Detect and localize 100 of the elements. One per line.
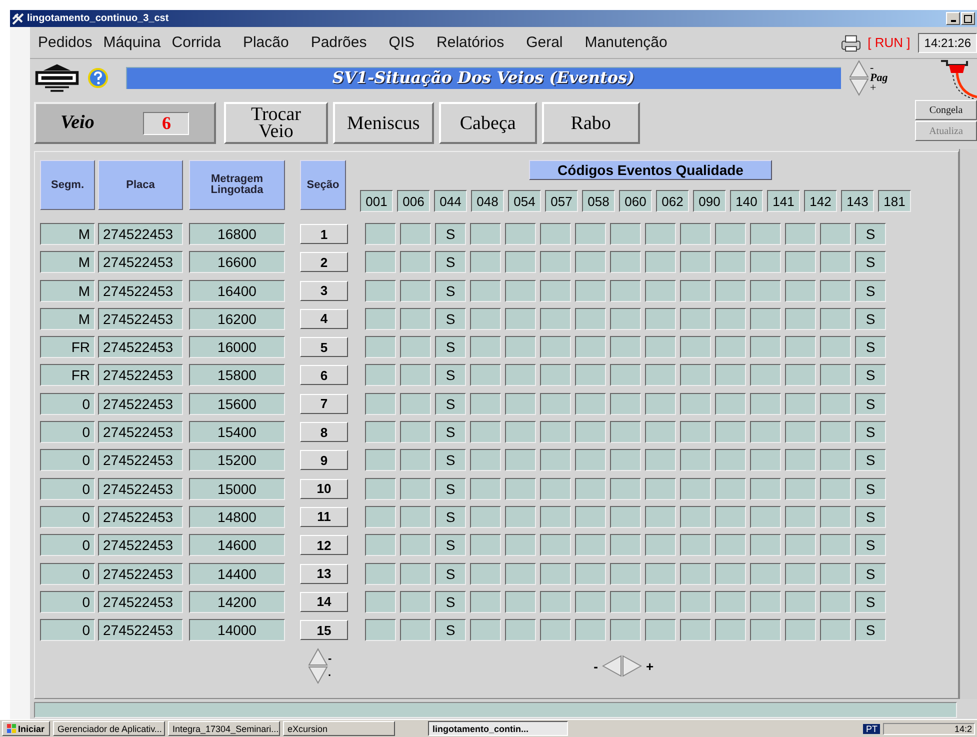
column-spinner[interactable]: [602, 655, 642, 678]
menu-item[interactable]: Padrões: [310, 34, 389, 51]
event-cell: [610, 392, 641, 415]
page-spinner[interactable]: [849, 60, 869, 96]
event-cell: [785, 449, 816, 472]
minus-label: -: [328, 652, 332, 666]
event-cell: [575, 336, 606, 358]
start-button[interactable]: Iniciar: [2, 721, 50, 736]
event-cell: [540, 392, 571, 415]
event-cell: [505, 280, 536, 302]
event-cell: [680, 534, 711, 556]
table-cell: 274522453: [98, 421, 183, 444]
event-cell: [715, 364, 746, 386]
menu-item[interactable]: Relatórios: [436, 34, 526, 51]
event-cell: [715, 449, 746, 472]
event-cell: S: [855, 619, 886, 642]
table-cell: 15800: [189, 364, 285, 386]
minimize-button[interactable]: [946, 12, 960, 25]
section-button[interactable]: 10: [300, 478, 348, 499]
taskbar-item[interactable]: eXcursion: [282, 721, 395, 736]
event-cell: [575, 223, 606, 245]
event-cell: [610, 449, 641, 472]
maximize-button[interactable]: [961, 12, 975, 25]
event-cell: S: [435, 506, 466, 528]
section-button[interactable]: 15: [300, 620, 348, 640]
event-cell: [680, 449, 711, 472]
event-cell: S: [435, 336, 466, 358]
event-cell: [820, 251, 851, 274]
menu-item[interactable]: QIS: [388, 34, 437, 51]
logo-icon: [34, 62, 80, 94]
event-cell: [575, 392, 606, 415]
action-button[interactable]: Trocar Veio: [224, 102, 328, 144]
event-cell: [820, 590, 851, 613]
event-cell: [610, 421, 641, 444]
section-button[interactable]: 14: [300, 592, 348, 612]
section-button[interactable]: 5: [300, 337, 348, 358]
section-button[interactable]: 13: [300, 564, 348, 584]
event-cell: [610, 251, 641, 274]
plus-label: +: [646, 658, 654, 674]
section-button[interactable]: 1: [300, 224, 348, 244]
events-header: Códigos Eventos Qualidade: [528, 160, 772, 180]
event-cell: [820, 364, 851, 386]
taskbar-item[interactable]: Integra_17304_Seminari...: [168, 721, 280, 736]
event-cell: [715, 251, 746, 274]
event-cell: [505, 534, 536, 556]
event-cell: [820, 280, 851, 302]
menu-item[interactable]: Manutenção: [584, 34, 690, 51]
section-button[interactable]: 3: [300, 280, 348, 301]
table-cell: 15200: [189, 449, 285, 472]
event-cell: [715, 534, 746, 556]
section-button[interactable]: 12: [300, 535, 348, 556]
event-cell: [715, 562, 746, 585]
help-icon[interactable]: [88, 68, 108, 88]
action-button[interactable]: Cabeça: [438, 102, 537, 144]
event-cell: [785, 421, 816, 444]
event-cell: [785, 364, 816, 386]
event-cell: S: [855, 562, 886, 585]
event-cell: [610, 364, 641, 386]
event-cell: [715, 619, 746, 642]
table-cell: 14800: [189, 506, 285, 528]
event-cell: [540, 251, 571, 274]
section-button[interactable]: 8: [300, 422, 348, 442]
menu-item[interactable]: Geral: [526, 34, 585, 51]
section-button[interactable]: 7: [300, 394, 348, 414]
event-cell: S: [855, 421, 886, 444]
event-cell: [400, 336, 431, 358]
action-button[interactable]: Rabo: [542, 102, 640, 144]
event-cell: [645, 421, 676, 444]
language-indicator[interactable]: PT: [862, 724, 880, 734]
event-cell: [680, 251, 711, 274]
event-cell: [365, 251, 396, 274]
menu-item[interactable]: Corrida: [172, 34, 243, 51]
section-button[interactable]: 4: [300, 308, 348, 329]
code-header: 057: [545, 190, 578, 212]
row-spinner[interactable]: [308, 648, 328, 684]
taskbar-item[interactable]: lingotamento_contin...: [428, 721, 568, 736]
event-cell: [400, 308, 431, 330]
event-cell: [400, 506, 431, 528]
event-cell: [785, 392, 816, 415]
event-cell: [750, 392, 781, 415]
menu-item[interactable]: Máquina: [103, 34, 172, 51]
event-cell: [610, 478, 641, 500]
event-cell: S: [435, 251, 466, 274]
side-button[interactable]: Congela: [915, 100, 977, 120]
section-button[interactable]: 9: [300, 450, 348, 470]
section-button[interactable]: 11: [300, 506, 348, 527]
event-cell: [785, 506, 816, 528]
event-cell: [750, 534, 781, 556]
taskbar-item[interactable]: Gerenciador de Aplicativ...: [52, 721, 165, 736]
menu-item[interactable]: Pedidos: [38, 34, 104, 51]
printer-icon[interactable]: [840, 34, 862, 52]
event-cell: [750, 449, 781, 472]
event-cell: [365, 308, 396, 330]
section-button[interactable]: 2: [300, 252, 348, 272]
action-button[interactable]: Meniscus: [333, 102, 434, 144]
event-cell: [470, 364, 501, 386]
table-cell: 274522453: [98, 590, 183, 613]
event-cell: [750, 421, 781, 444]
menu-item[interactable]: Placão: [242, 34, 311, 51]
section-button[interactable]: 6: [300, 365, 348, 386]
